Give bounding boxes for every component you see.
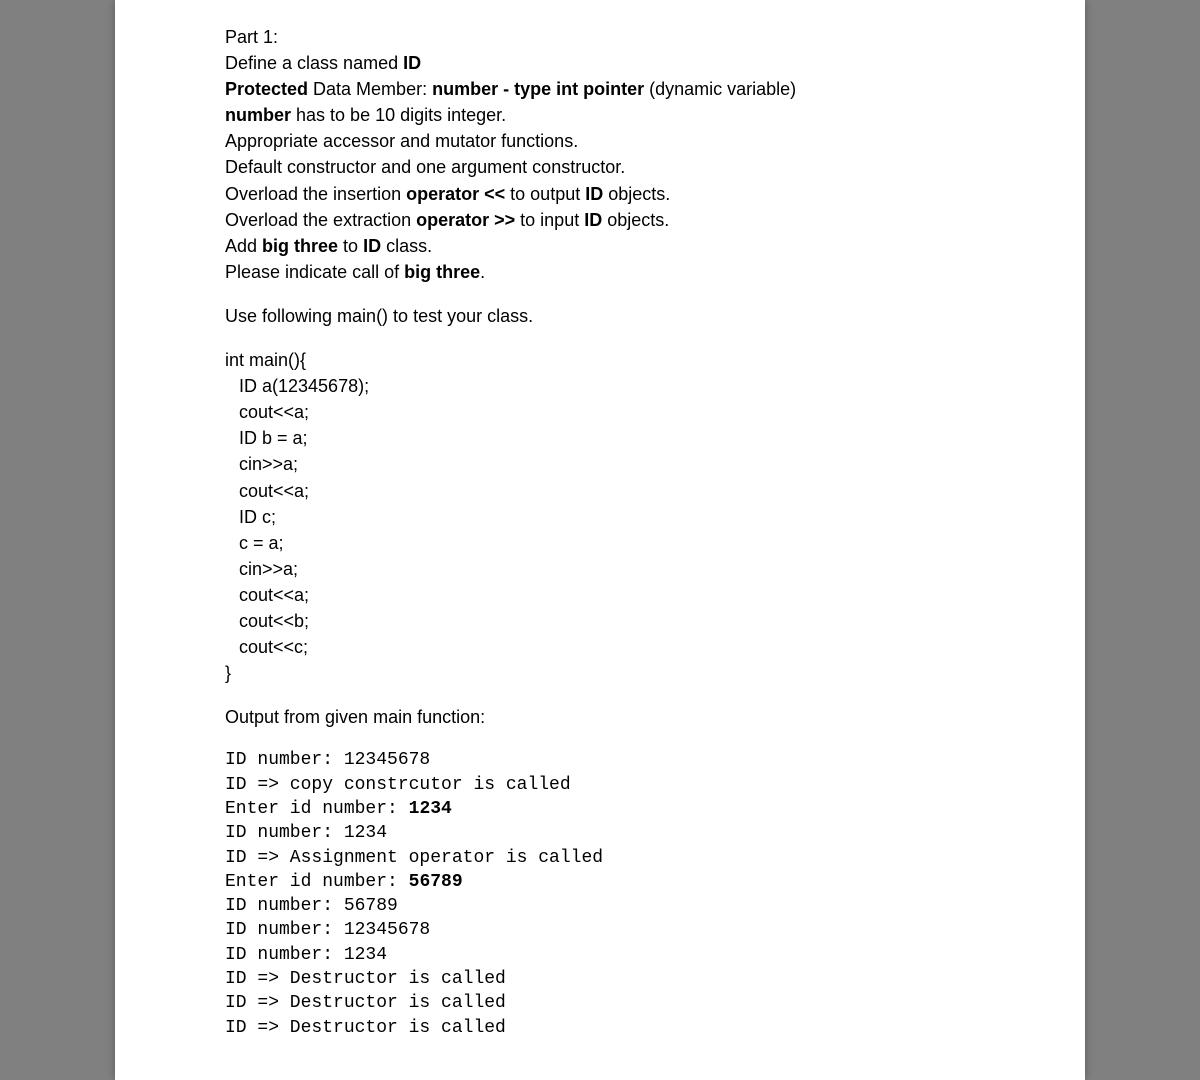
text: Overload the insertion: [225, 184, 406, 204]
text: objects.: [603, 184, 670, 204]
text: objects.: [602, 210, 669, 230]
text: Please indicate call of: [225, 262, 404, 282]
output-line: ID number: 56789: [225, 894, 975, 918]
text: class.: [381, 236, 432, 256]
member-decl: number - type int pointer: [432, 79, 644, 99]
output-line: ID => Destructor is called: [225, 967, 975, 991]
instruction-insertion: Overload the insertion operator << to ou…: [225, 181, 975, 207]
main-code-block: int main(){ID a(12345678);cout<<a;ID b =…: [225, 347, 975, 686]
output-line: ID number: 1234: [225, 943, 975, 967]
instruction-number: number has to be 10 digits integer.: [225, 102, 975, 128]
output-text: Enter id number:: [225, 872, 409, 892]
spacer: [225, 686, 975, 704]
code-line: cout<<a;: [225, 582, 975, 608]
output-bold: 56789: [409, 872, 463, 892]
output-label: Output from given main function:: [225, 704, 975, 730]
text: (dynamic variable): [644, 79, 796, 99]
output-line: Enter id number: 1234: [225, 797, 975, 821]
protected-keyword: Protected: [225, 79, 308, 99]
output-line: ID number: 12345678: [225, 748, 975, 772]
code-line: cin>>a;: [225, 451, 975, 477]
text: to output: [505, 184, 585, 204]
output-text: ID number: 1234: [225, 945, 387, 965]
use-main-label: Use following main() to test your class.: [225, 303, 975, 329]
output-text: ID => copy constrcutor is called: [225, 775, 571, 795]
instruction-bigthree: Add big three to ID class.: [225, 233, 975, 259]
text: .: [480, 262, 485, 282]
output-line: ID => Destructor is called: [225, 1016, 975, 1040]
document-content: Part 1: Define a class named ID Protecte…: [225, 24, 975, 1040]
instruction-indicate: Please indicate call of big three.: [225, 259, 975, 285]
text: Overload the extraction: [225, 210, 416, 230]
id-ref: ID: [584, 210, 602, 230]
spacer: [225, 730, 975, 748]
output-line: ID => copy constrcutor is called: [225, 773, 975, 797]
output-text: ID number: 56789: [225, 896, 398, 916]
output-line: ID number: 12345678: [225, 918, 975, 942]
output-text: ID number: 12345678: [225, 920, 430, 940]
output-block: ID number: 12345678 ID => copy constrcuto…: [225, 748, 975, 1040]
output-text: ID => Destructor is called: [225, 993, 506, 1013]
code-line: cout<<c;: [225, 634, 975, 660]
text: has to be 10 digits integer.: [291, 105, 506, 125]
code-line: cout<<a;: [225, 399, 975, 425]
big-three: big three: [262, 236, 338, 256]
instruction-accessor: Appropriate accessor and mutator functio…: [225, 128, 975, 154]
output-text: ID => Assignment operator is called: [225, 848, 603, 868]
output-bold: 1234: [409, 799, 452, 819]
text: to: [338, 236, 363, 256]
class-name: ID: [403, 53, 421, 73]
spacer: [225, 329, 975, 347]
number-keyword: number: [225, 105, 291, 125]
output-line: ID => Destructor is called: [225, 991, 975, 1015]
instruction-extraction: Overload the extraction operator >> to i…: [225, 207, 975, 233]
instruction-protected: Protected Data Member: number - type int…: [225, 76, 975, 102]
instruction-constructors: Default constructor and one argument con…: [225, 154, 975, 180]
spacer: [225, 285, 975, 303]
operator-insertion: operator <<: [406, 184, 505, 204]
output-text: ID number: 12345678: [225, 750, 430, 770]
output-text: ID => Destructor is called: [225, 969, 506, 989]
code-line: ID b = a;: [225, 425, 975, 451]
document-page: Part 1: Define a class named ID Protecte…: [115, 0, 1085, 1080]
output-text: ID number: 1234: [225, 823, 387, 843]
output-line: ID => Assignment operator is called: [225, 846, 975, 870]
code-line: ID c;: [225, 504, 975, 530]
code-line: int main(){: [225, 347, 975, 373]
output-text: ID => Destructor is called: [225, 1018, 506, 1038]
code-line: }: [225, 660, 975, 686]
code-line: cin>>a;: [225, 556, 975, 582]
code-line: c = a;: [225, 530, 975, 556]
instruction-define: Define a class named ID: [225, 50, 975, 76]
text: Add: [225, 236, 262, 256]
part-label: Part 1:: [225, 24, 975, 50]
text: Define a class named: [225, 53, 403, 73]
code-line: cout<<a;: [225, 478, 975, 504]
output-line: Enter id number: 56789: [225, 870, 975, 894]
id-ref: ID: [363, 236, 381, 256]
code-line: cout<<b;: [225, 608, 975, 634]
text: to input: [515, 210, 584, 230]
code-line: ID a(12345678);: [225, 373, 975, 399]
id-ref: ID: [585, 184, 603, 204]
output-text: Enter id number:: [225, 799, 409, 819]
text: Data Member:: [308, 79, 432, 99]
big-three: big three: [404, 262, 480, 282]
operator-extraction: operator >>: [416, 210, 515, 230]
output-line: ID number: 1234: [225, 821, 975, 845]
